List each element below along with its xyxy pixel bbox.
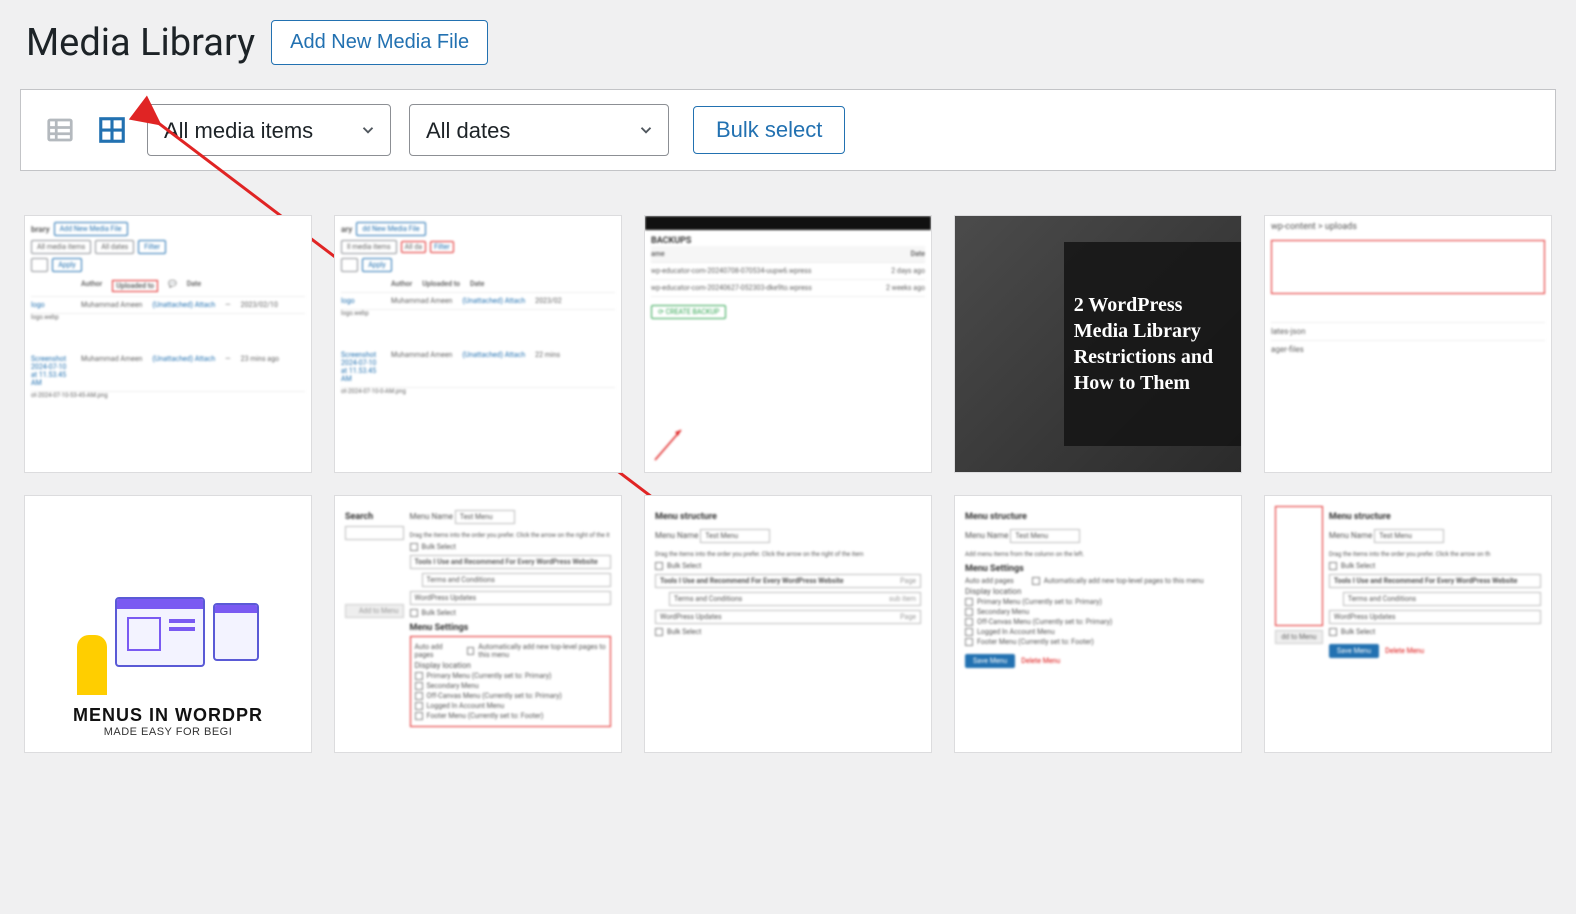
thumbnail-title: MENUS IN WORDPR bbox=[73, 705, 263, 726]
media-toolbar: All media items All dates Bulk select bbox=[20, 89, 1556, 171]
media-item[interactable]: wp-content > uploads lates-json ager-fil… bbox=[1264, 215, 1552, 473]
media-item[interactable]: Menu structure Menu Name Test Menu Drag … bbox=[644, 495, 932, 753]
media-item[interactable]: Menu structure Menu Name Test Menu Add m… bbox=[954, 495, 1242, 753]
bulk-select-button[interactable]: Bulk select bbox=[693, 106, 845, 154]
media-item[interactable]: ary dd New Media File ll media itemsAll … bbox=[334, 215, 622, 473]
media-item[interactable]: Search Add to Menu Menu Name Test Menu D… bbox=[334, 495, 622, 753]
list-view-button[interactable] bbox=[43, 113, 77, 147]
grid-view-button[interactable] bbox=[95, 113, 129, 147]
add-new-media-button[interactable]: Add New Media File bbox=[271, 20, 488, 65]
list-view-icon bbox=[45, 115, 75, 145]
media-item[interactable]: MENUS IN WORDPR MADE EASY FOR BEGI bbox=[24, 495, 312, 753]
media-item[interactable]: brary Add New Media File All media items… bbox=[24, 215, 312, 473]
thumbnail-subtitle: MADE EASY FOR BEGI bbox=[104, 726, 233, 738]
media-item[interactable]: dd to Menu Menu structure Menu Name Test… bbox=[1264, 495, 1552, 753]
media-item[interactable]: 2 WordPress Media Library Restrictions a… bbox=[954, 215, 1242, 473]
media-type-filter[interactable]: All media items bbox=[147, 104, 391, 156]
date-filter[interactable]: All dates bbox=[409, 104, 669, 156]
media-grid: brary Add New Media File All media items… bbox=[20, 215, 1556, 753]
media-item[interactable]: BACKUPS ameDate wp-educator-com-20240708… bbox=[644, 215, 932, 473]
grid-view-icon bbox=[97, 115, 127, 145]
page-title: Media Library bbox=[26, 21, 255, 65]
thumbnail-caption: 2 WordPress Media Library Restrictions a… bbox=[1074, 292, 1231, 396]
